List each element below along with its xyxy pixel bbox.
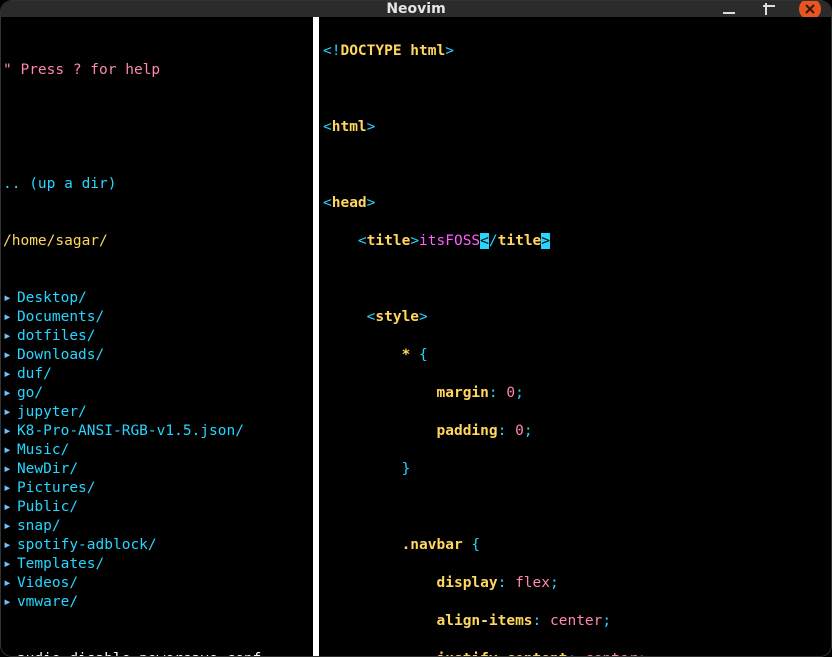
code-line: <head> [323, 194, 829, 213]
tree-dir-item[interactable]: ▸ NewDir/ [3, 460, 311, 479]
dir-label: duf/ [17, 365, 52, 384]
dir-label: Downloads/ [17, 346, 104, 365]
chevron-right-icon: ▸ [3, 403, 17, 422]
tree-dir-item[interactable]: ▸ K8-Pro-ANSI-RGB-v1.5.json/ [3, 422, 311, 441]
tree-updir[interactable]: .. (up a dir) [3, 175, 311, 194]
code-line: * { [323, 346, 829, 365]
chevron-right-icon: ▸ [3, 327, 17, 346]
chevron-right-icon: ▸ [3, 460, 17, 479]
code-line: .navbar { [323, 536, 829, 555]
tree-dir-item[interactable]: ▸ Documents/ [3, 308, 311, 327]
tree-dir-item[interactable]: ▸ Music/ [3, 441, 311, 460]
dir-label: Templates/ [17, 555, 104, 574]
tree-dir-item[interactable]: ▸ Templates/ [3, 555, 311, 574]
tree-dir-item[interactable]: ▸ spotify-adblock/ [3, 536, 311, 555]
neovim-window: Neovim " Press ? for help .. (up a dir) … [0, 0, 832, 657]
dir-label: Public/ [17, 498, 78, 517]
chevron-right-icon: ▸ [3, 346, 17, 365]
dir-label: Videos/ [17, 574, 78, 593]
code-line: align-items: center; [323, 612, 829, 631]
titlebar[interactable]: Neovim [1, 1, 831, 17]
code-line: margin: 0; [323, 384, 829, 403]
code-line: <style> [323, 308, 829, 327]
dir-label: Music/ [17, 441, 69, 460]
code-line: <html> [323, 118, 829, 137]
tree-dir-item[interactable]: ▸ duf/ [3, 365, 311, 384]
code-line: <title>itsFOSS</title> [323, 232, 829, 251]
dir-label: vmware/ [17, 593, 78, 612]
tree-dir-item[interactable]: ▸ Videos/ [3, 574, 311, 593]
tree-dir-item[interactable]: ▸ snap/ [3, 517, 311, 536]
chevron-right-icon: ▸ [3, 365, 17, 384]
chevron-right-icon: ▸ [3, 289, 17, 308]
tree-dir-item[interactable]: ▸ Public/ [3, 498, 311, 517]
tree-file-item[interactable]: audio_disable_powersave.conf [3, 650, 311, 657]
chevron-right-icon: ▸ [3, 479, 17, 498]
chevron-right-icon: ▸ [3, 498, 17, 517]
code-line: padding: 0; [323, 422, 829, 441]
dir-label: NewDir/ [17, 460, 78, 479]
chevron-right-icon: ▸ [3, 308, 17, 327]
dir-label: Desktop/ [17, 289, 87, 308]
tree-dir-item[interactable]: ▸ Desktop/ [3, 289, 311, 308]
chevron-right-icon: ▸ [3, 593, 17, 612]
code-line: display: flex; [323, 574, 829, 593]
tree-dir-item[interactable]: ▸ dotfiles/ [3, 327, 311, 346]
dir-label: Pictures/ [17, 479, 96, 498]
dir-label: go/ [17, 384, 43, 403]
tree-dir-item[interactable]: ▸ Pictures/ [3, 479, 311, 498]
chevron-right-icon: ▸ [3, 422, 17, 441]
tree-help: " Press ? for help [3, 61, 311, 80]
file-tree-pane[interactable]: " Press ? for help .. (up a dir) /home/s… [1, 17, 319, 657]
editor-area: " Press ? for help .. (up a dir) /home/s… [1, 17, 831, 657]
file-label: audio_disable_powersave.conf [17, 650, 261, 657]
tree-cwd: /home/sagar/ [3, 232, 311, 251]
dir-label: dotfiles/ [17, 327, 96, 346]
code-pane[interactable]: <!DOCTYPE html> <html> <head> <title>its… [319, 17, 831, 657]
tree-dir-item[interactable]: ▸ vmware/ [3, 593, 311, 612]
window-title: Neovim [386, 1, 445, 17]
chevron-right-icon: ▸ [3, 574, 17, 593]
blank [3, 118, 311, 137]
chevron-right-icon: ▸ [3, 555, 17, 574]
dir-label: K8-Pro-ANSI-RGB-v1.5.json/ [17, 422, 244, 441]
chevron-right-icon: ▸ [3, 517, 17, 536]
code-line: justify-content: center; [323, 650, 829, 657]
chevron-right-icon: ▸ [3, 384, 17, 403]
dir-label: Documents/ [17, 308, 104, 327]
dir-label: spotify-adblock/ [17, 536, 157, 555]
dir-label: jupyter/ [17, 403, 87, 422]
chevron-right-icon: ▸ [3, 536, 17, 555]
code-line: <!DOCTYPE html> [323, 42, 829, 61]
chevron-right-icon: ▸ [3, 441, 17, 460]
tree-dir-item[interactable]: ▸ go/ [3, 384, 311, 403]
dir-label: snap/ [17, 517, 61, 536]
tree-dir-item[interactable]: ▸ Downloads/ [3, 346, 311, 365]
tree-dir-item[interactable]: ▸ jupyter/ [3, 403, 311, 422]
code-line: } [323, 460, 829, 479]
